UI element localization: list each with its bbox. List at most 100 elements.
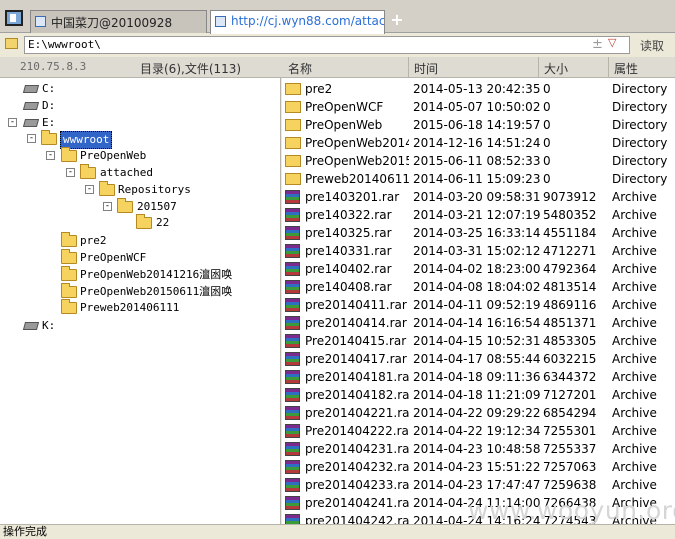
- table-row[interactable]: pre201404181.rar 2014-04-18 09:11:36 63443…: [282, 368, 675, 386]
- table-row[interactable]: pre2 2014-05-13 20:42:35 0 Directory: [282, 80, 675, 98]
- file-attr: Archive: [612, 298, 657, 312]
- file-attr: Directory: [612, 154, 668, 168]
- status-bar: 操作完成: [0, 524, 675, 539]
- file-name: pre140325.rar: [305, 226, 392, 240]
- rar-icon: [285, 388, 300, 402]
- column-name[interactable]: 名称: [288, 60, 312, 77]
- file-name: pre20140417.rar: [305, 352, 407, 366]
- file-attr: Archive: [612, 190, 657, 204]
- file-attr: Archive: [612, 388, 657, 402]
- collapse-toggle[interactable]: -: [66, 168, 75, 177]
- file-name: pre201404233.rar: [305, 478, 409, 492]
- table-row[interactable]: pre201404232.rar 2014-04-23 15:51:22 72570…: [282, 458, 675, 476]
- tree-node[interactable]: PreOpenWCF: [0, 249, 280, 266]
- file-time: 2014-12-16 14:51:24: [413, 136, 541, 150]
- file-name: pre2: [305, 82, 333, 96]
- table-row[interactable]: PreOpenWeb20141... 2014-12-16 14:51:240 Di…: [282, 134, 675, 152]
- table-row[interactable]: PreOpenWeb 2015-06-18 14:19:57 0 Directory: [282, 116, 675, 134]
- collapse-toggle[interactable]: -: [103, 202, 112, 211]
- file-size: 6854294: [543, 406, 597, 420]
- table-row[interactable]: Pre201404222.rar 2014-04-22 19:12:34 72553…: [282, 422, 675, 440]
- file-name: pre201404241.rar: [305, 496, 409, 510]
- file-size: 0: [543, 82, 551, 96]
- tree-node[interactable]: pre2: [0, 232, 280, 249]
- tree-node-label: 201507: [137, 200, 177, 213]
- file-size: 7127201: [543, 388, 597, 402]
- folder-icon: [285, 101, 301, 113]
- table-row[interactable]: pre201404182.rar 2014-04-18 11:21:09 71272…: [282, 386, 675, 404]
- folder-icon: [61, 283, 77, 298]
- rar-icon: [285, 190, 300, 204]
- tree-node[interactable]: - E:: [0, 115, 280, 131]
- tree-node-label: PreOpenWeb: [80, 149, 147, 162]
- rar-icon: [285, 352, 300, 366]
- file-size: 4851371: [543, 316, 597, 330]
- page-icon: [35, 16, 46, 27]
- tree-node[interactable]: - wwwroot: [0, 130, 280, 149]
- column-divider[interactable]: [408, 57, 409, 77]
- tree-node[interactable]: - PreOpenWeb: [0, 147, 280, 164]
- column-divider[interactable]: [538, 57, 539, 77]
- tree-node[interactable]: 22: [0, 214, 280, 231]
- tree-node[interactable]: - attached: [0, 164, 280, 181]
- read-button[interactable]: 读取: [640, 37, 664, 54]
- tree-node[interactable]: Preweb201406111: [0, 299, 280, 316]
- file-attr: Directory: [612, 118, 668, 132]
- file-attr: Archive: [612, 244, 657, 258]
- file-name: PreOpenWeb20150...: [305, 154, 409, 168]
- collapse-toggle[interactable]: -: [8, 118, 17, 127]
- folder-icon: [5, 38, 18, 49]
- tree-node[interactable]: C:: [0, 81, 280, 97]
- new-tab-button[interactable]: +: [390, 12, 404, 28]
- file-time: 2014-04-15 10:52:31: [413, 334, 541, 348]
- collapse-toggle[interactable]: -: [85, 185, 94, 194]
- file-time: 2014-04-22 09:29:22: [413, 406, 541, 420]
- tree-node[interactable]: - 201507: [0, 198, 280, 215]
- table-row[interactable]: pre20140417.rar 2014-04-17 08:55:44 603221…: [282, 350, 675, 368]
- folder-icon: [61, 232, 77, 247]
- file-name: PreOpenWeb: [305, 118, 383, 132]
- table-row[interactable]: PreOpenWCF 2014-05-07 10:50:02 0 Directory: [282, 98, 675, 116]
- table-row[interactable]: pre140331.rar 2014-03-31 15:02:12 4712271 A…: [282, 242, 675, 260]
- tab-file-manager[interactable]: http://cj.wyn88.com/attache...: [210, 10, 385, 34]
- table-row[interactable]: pre20140414.rar 2014-04-14 16:16:54 485137…: [282, 314, 675, 332]
- table-row[interactable]: pre140325.rar 2014-03-25 16:33:14 4551184 A…: [282, 224, 675, 242]
- table-row[interactable]: pre140402.rar 2014-04-02 18:23:00 4792364 A…: [282, 260, 675, 278]
- collapse-toggle[interactable]: -: [46, 151, 55, 160]
- column-attr[interactable]: 属性: [614, 60, 638, 77]
- app-window-icon[interactable]: [5, 10, 23, 26]
- path-input[interactable]: E:\wwwroot\: [24, 36, 630, 54]
- tree-node[interactable]: - Repositorys: [0, 181, 280, 198]
- file-list[interactable]: pre2 2014-05-13 20:42:35 0 Directory PreOpen…: [282, 78, 675, 524]
- table-row[interactable]: Pre20140415.rar 2014-04-15 10:52:31 485330…: [282, 332, 675, 350]
- table-row[interactable]: pre1403201.rar 2014-03-20 09:58:31 9073912…: [282, 188, 675, 206]
- file-time: 2014-04-02 18:23:00: [413, 262, 541, 276]
- file-time: 2014-04-14 16:16:54: [413, 316, 541, 330]
- collapse-toggle[interactable]: -: [27, 134, 36, 143]
- table-row[interactable]: pre201404233.rar 2014-04-23 17:47:47 72596…: [282, 476, 675, 494]
- file-size: 0: [543, 118, 551, 132]
- file-name: pre201404221.rar: [305, 406, 409, 420]
- tree-node[interactable]: PreOpenWeb20150611澶囦唤: [0, 283, 280, 300]
- tab-home[interactable]: 中国菜刀@20100928: [30, 10, 207, 33]
- table-row[interactable]: pre201404221.rar 2014-04-22 09:29:22 68542…: [282, 404, 675, 422]
- tree-node[interactable]: PreOpenWeb20141216澶囦唤: [0, 266, 280, 283]
- file-name: pre20140414.rar: [305, 316, 407, 330]
- file-time: 2014-04-23 10:48:58: [413, 442, 541, 456]
- directory-tree[interactable]: C: D: - E: - wwwroot - PreOpenWeb - attached - Repo…: [0, 78, 281, 524]
- table-row[interactable]: pre20140411.rar 2014-04-11 09:52:19 486911…: [282, 296, 675, 314]
- folder-icon: [285, 83, 301, 95]
- tree-node[interactable]: K:: [0, 318, 280, 334]
- table-row[interactable]: pre201404231.rar 2014-04-23 10:48:58 72553…: [282, 440, 675, 458]
- column-divider[interactable]: [608, 57, 609, 77]
- dropdown-icon[interactable]: ▽: [608, 36, 616, 49]
- plus-minus-icon[interactable]: ±: [592, 37, 603, 52]
- table-row[interactable]: pre140322.rar 2014-03-21 12:07:19 5480352 A…: [282, 206, 675, 224]
- rar-icon: [285, 478, 300, 492]
- table-row[interactable]: PreOpenWeb20150... 2015-06-11 08:52:330 Di…: [282, 152, 675, 170]
- table-row[interactable]: pre140408.rar 2014-04-08 18:04:02 4813514 A…: [282, 278, 675, 296]
- tree-node[interactable]: D:: [0, 98, 280, 114]
- table-row[interactable]: Preweb201406111 2014-06-11 15:09:23 0 Direc…: [282, 170, 675, 188]
- column-size[interactable]: 大小: [544, 60, 568, 77]
- column-time[interactable]: 时间: [414, 60, 438, 77]
